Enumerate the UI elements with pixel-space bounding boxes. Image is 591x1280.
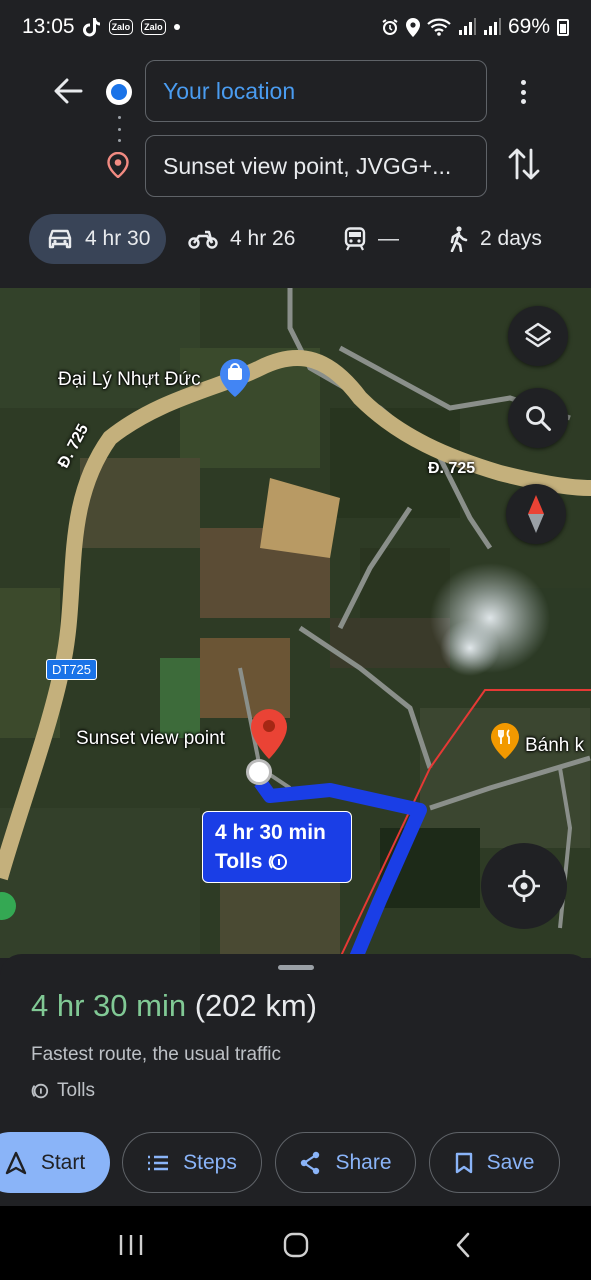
layers-icon bbox=[524, 322, 552, 348]
layers-button[interactable] bbox=[508, 306, 568, 366]
mode-tab-label: 4 hr 26 bbox=[230, 227, 296, 250]
toll-icon bbox=[31, 1083, 49, 1099]
callout-duration: 4 hr 30 min bbox=[215, 821, 326, 844]
road-shield: DT725 bbox=[46, 659, 98, 680]
swap-button[interactable] bbox=[506, 144, 542, 184]
poi-label-food[interactable]: Bánh k bbox=[525, 735, 584, 757]
origin-dot-icon bbox=[106, 79, 132, 105]
home-button[interactable] bbox=[280, 1230, 312, 1260]
mode-tab-motorcycle[interactable]: 4 hr 26 bbox=[188, 214, 295, 264]
tolls-label: Tolls bbox=[57, 1080, 96, 1101]
mode-tab-label: 4 hr 30 bbox=[85, 227, 151, 250]
directions-header: Your location Sunset view point, JVGG+..… bbox=[0, 54, 591, 288]
car-icon bbox=[48, 229, 72, 249]
start-button[interactable]: Start bbox=[0, 1132, 110, 1193]
travel-mode-tabs: 4 hr 30 4 hr 26 — 2 days bbox=[0, 212, 591, 268]
location-status-icon bbox=[405, 17, 420, 37]
route-distance: (202 km) bbox=[194, 988, 318, 1023]
drag-handle[interactable] bbox=[278, 965, 314, 970]
mode-tab-label: — bbox=[378, 227, 399, 250]
callout-tolls: Tolls bbox=[215, 850, 263, 873]
search-button[interactable] bbox=[508, 388, 568, 448]
compass-button[interactable] bbox=[506, 484, 566, 544]
destination-label[interactable]: Sunset view point bbox=[76, 728, 225, 750]
navigation-arrow-icon bbox=[5, 1151, 27, 1174]
destination-input[interactable]: Sunset view point, JVGG+... bbox=[145, 135, 487, 197]
list-icon bbox=[148, 1155, 169, 1170]
share-icon bbox=[301, 1151, 320, 1174]
arrow-back-icon bbox=[54, 78, 83, 104]
my-location-icon bbox=[508, 870, 540, 902]
mode-tab-label: 2 days bbox=[480, 227, 542, 250]
destination-marker-icon[interactable] bbox=[249, 708, 289, 760]
notification-dot-icon bbox=[173, 24, 180, 30]
swap-vertical-icon bbox=[508, 148, 540, 180]
zalo-icon: Zalo bbox=[108, 19, 134, 35]
signal-icon bbox=[458, 18, 476, 35]
battery-percent: 69% bbox=[507, 15, 550, 38]
battery-icon bbox=[557, 18, 569, 36]
zalo-icon: Zalo bbox=[141, 19, 166, 35]
motorcycle-icon bbox=[188, 230, 218, 249]
map-view[interactable]: Đại Lý Nhựt Đức Đ. 725 Đ. 725 DT725 Suns… bbox=[0, 288, 591, 958]
alarm-icon bbox=[382, 19, 398, 35]
back-nav-button[interactable] bbox=[448, 1230, 478, 1260]
route-connector bbox=[117, 116, 121, 142]
search-icon bbox=[526, 406, 551, 431]
home-icon bbox=[283, 1232, 309, 1258]
status-bar: 13:05 Zalo Zalo 69% bbox=[0, 0, 591, 54]
route-duration: 4 hr 30 min bbox=[31, 988, 187, 1023]
compass-icon bbox=[528, 495, 544, 533]
poi-label-shop[interactable]: Đại Lý Nhựt Đức bbox=[58, 369, 201, 391]
start-label: Start bbox=[40, 1150, 86, 1174]
chevron-left-icon bbox=[456, 1232, 470, 1258]
route-callout[interactable]: 4 hr 30 min Tolls bbox=[202, 811, 352, 883]
system-nav-bar bbox=[0, 1206, 591, 1280]
restaurant-icon[interactable] bbox=[490, 722, 520, 760]
origin-input[interactable]: Your location bbox=[145, 60, 487, 122]
steps-button[interactable]: Steps bbox=[122, 1132, 262, 1193]
route-summary: 4 hr 30 min (202 km) bbox=[31, 988, 317, 1024]
steps-label: Steps bbox=[183, 1150, 237, 1174]
tolls-info: Tolls bbox=[31, 1080, 95, 1102]
walk-icon bbox=[450, 226, 468, 252]
mode-tab-driving[interactable]: 4 hr 30 bbox=[29, 214, 167, 264]
bookmark-icon bbox=[455, 1152, 472, 1173]
share-label: Share bbox=[335, 1150, 392, 1174]
recent-apps-button[interactable] bbox=[113, 1230, 149, 1260]
back-button[interactable] bbox=[48, 74, 88, 108]
mode-tab-walking[interactable]: 2 days bbox=[448, 214, 542, 264]
my-location-button[interactable] bbox=[481, 843, 567, 929]
status-time: 13:05 bbox=[22, 15, 75, 38]
route-description: Fastest route, the usual traffic bbox=[31, 1044, 281, 1065]
more-options-button[interactable] bbox=[509, 76, 537, 108]
route-summary-sheet: 4 hr 30 min (202 km) Fastest route, the … bbox=[0, 954, 591, 1206]
wifi-icon bbox=[427, 18, 451, 36]
toll-icon bbox=[269, 853, 288, 870]
tiktok-icon bbox=[82, 18, 100, 37]
share-button[interactable]: Share bbox=[275, 1132, 416, 1193]
shopping-bag-icon[interactable] bbox=[219, 358, 251, 398]
mode-tab-transit[interactable]: — bbox=[344, 214, 399, 264]
route-end-dot bbox=[246, 759, 272, 785]
save-label: Save bbox=[486, 1150, 535, 1174]
road-label: Đ. 725 bbox=[428, 460, 476, 477]
route-actions: Start Steps Share Save bbox=[0, 1132, 591, 1194]
save-button[interactable]: Save bbox=[429, 1132, 560, 1193]
signal-icon bbox=[483, 18, 501, 35]
recents-icon bbox=[119, 1235, 143, 1255]
destination-pin-icon bbox=[107, 151, 129, 183]
transit-icon bbox=[344, 227, 366, 251]
